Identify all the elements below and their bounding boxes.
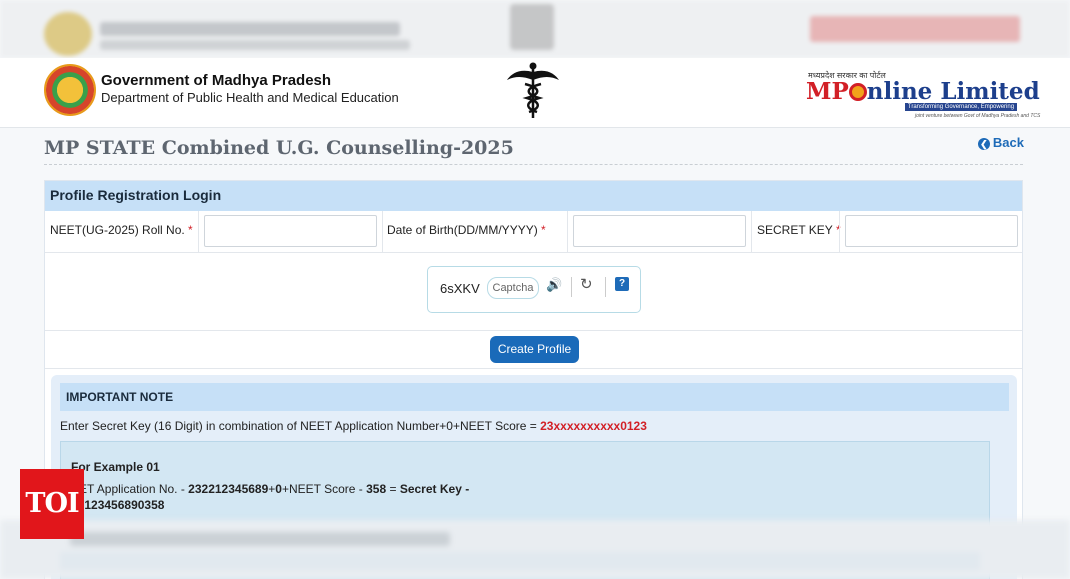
page-title: MP STATE Combined U.G. Counselling-2025: [44, 137, 514, 159]
back-arrow-icon: ❮: [977, 138, 990, 150]
caduceus-icon: [507, 62, 559, 118]
mponline-tagline-secondary: joint venture between Govt of Madhya Pra…: [915, 113, 1041, 119]
mponline-logo: MP nline Limited: [806, 78, 1040, 105]
site-header: Government of Madhya Pradesh Department …: [0, 58, 1070, 128]
blurred-bottom-band: [0, 520, 1070, 579]
gov-subtitle: Department of Public Health and Medical …: [101, 90, 399, 105]
audio-captcha-icon[interactable]: 🔊: [546, 277, 562, 293]
captcha-help-icon[interactable]: ?: [615, 277, 629, 291]
roll-number-input[interactable]: [204, 215, 377, 247]
important-note-heading: IMPORTANT NOTE: [60, 383, 1009, 411]
captcha-code: 6sXKV: [440, 281, 480, 296]
credentials-row: NEET(UG-2025) Roll No. * Date of Birth(D…: [45, 211, 1022, 253]
create-profile-button[interactable]: Create Profile: [490, 336, 579, 363]
toi-watermark-logo: TOI: [20, 469, 84, 539]
dob-input[interactable]: [573, 215, 746, 247]
screenshot-root: Government of Madhya Pradesh Department …: [0, 0, 1070, 579]
example-line-2: 22123456890358: [71, 498, 165, 512]
action-row: Create Profile: [45, 331, 1022, 369]
example-title: For Example 01: [71, 460, 160, 474]
captcha-input[interactable]: Captcha: [487, 277, 539, 299]
mponline-o-icon: [848, 83, 867, 101]
secret-key-label: SECRET KEY *: [757, 223, 841, 237]
blurred-top-banner: [0, 0, 1070, 58]
mp-government-emblem-icon: [44, 64, 96, 116]
title-divider: [44, 164, 1023, 165]
dob-label: Date of Birth(DD/MM/YYYY) *: [387, 223, 546, 237]
mponline-tagline: Transforming Governance, Empowering Citi…: [905, 103, 1017, 118]
example-line-1: EET Application No. - 232212345689+0+NEE…: [71, 482, 470, 496]
refresh-captcha-icon[interactable]: ↻: [580, 275, 593, 293]
gov-title: Government of Madhya Pradesh: [101, 72, 332, 89]
captcha-row: 6sXKV Captcha 🔊 ↻ ?: [45, 253, 1022, 331]
secret-key-input[interactable]: [845, 215, 1018, 247]
roll-number-label: NEET(UG-2025) Roll No. *: [50, 223, 193, 237]
back-link[interactable]: ❮ Back: [977, 135, 1024, 150]
important-note-text: Enter Secret Key (16 Digit) in combinati…: [60, 419, 647, 433]
panel-heading: Profile Registration Login: [45, 181, 1022, 211]
captcha-widget: 6sXKV Captcha 🔊 ↻ ?: [427, 266, 641, 313]
